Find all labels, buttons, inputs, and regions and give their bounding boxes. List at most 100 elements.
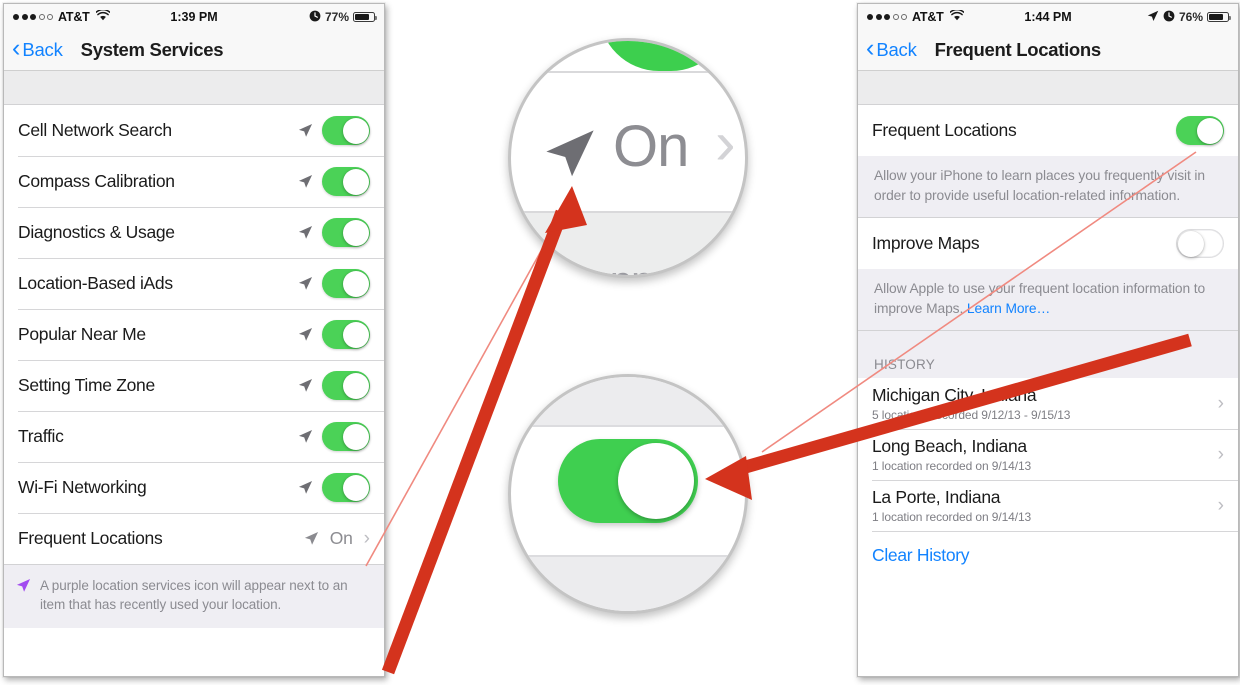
magnified-separator — [511, 555, 745, 557]
chevron-right-icon: › — [1217, 393, 1224, 415]
location-arrow-icon — [1147, 10, 1159, 25]
back-button[interactable]: ‹ Back — [12, 34, 63, 62]
frequent-locations-value: On — [329, 528, 353, 548]
left-nav-bar: ‹ Back System Services — [4, 30, 384, 71]
purple-location-arrow-icon — [16, 578, 31, 593]
screenshot-stage: AT&T 1:39 PM 77% ‹ Back System Services … — [0, 0, 1240, 685]
history-row-subtitle: 1 location recorded on 9/14/13 — [872, 459, 1032, 474]
alarm-clock-icon — [1163, 10, 1175, 25]
row-frequent-locations-master[interactable]: Frequent Locations — [858, 105, 1238, 156]
chevron-right-icon: › — [1217, 495, 1224, 517]
toggle-setting-time-zone[interactable] — [322, 371, 370, 400]
chevron-left-icon: ‹ — [866, 34, 875, 62]
magnified-toggle-knob — [618, 443, 694, 519]
row-diagnostics-usage[interactable]: Diagnostics & Usage — [4, 207, 384, 258]
row-traffic[interactable]: Traffic — [4, 411, 384, 462]
left-footer-note-text: A purple location services icon will app… — [40, 578, 348, 613]
row-label: Cell Network Search — [18, 120, 172, 140]
row-frequent-locations[interactable]: Frequent Locations On › — [4, 513, 384, 564]
history-row-subtitle: 5 locations recorded 9/12/13 - 9/15/13 — [872, 408, 1071, 423]
magnified-gray-band — [511, 557, 745, 611]
row-label: Diagnostics & Usage — [18, 222, 175, 242]
chevron-left-icon: ‹ — [12, 34, 21, 62]
row-label: Location-Based iAds — [18, 273, 173, 293]
toggle-cell-network-search[interactable] — [322, 116, 370, 145]
chevron-right-icon: › — [363, 528, 370, 549]
alarm-clock-icon — [309, 10, 321, 25]
row-label: Improve Maps — [872, 233, 980, 254]
left-footer-note: A purple location services icon will app… — [4, 564, 384, 629]
clear-history-button[interactable]: Clear History — [858, 531, 1238, 580]
history-row-michigan-city[interactable]: Michigan City, Indiana 5 locations recor… — [858, 378, 1238, 430]
location-arrow-icon — [298, 480, 313, 495]
toggle-location-based-iads[interactable] — [322, 269, 370, 298]
back-button[interactable]: ‹ Back — [866, 34, 917, 62]
page-title: Frequent Locations — [934, 39, 1102, 60]
top-spacer — [4, 71, 384, 105]
battery-icon — [353, 12, 378, 22]
magnified-separator — [511, 211, 745, 213]
row-label: Popular Near Me — [18, 324, 146, 344]
location-arrow-icon — [298, 327, 313, 342]
magnified-toggle-on — [558, 439, 698, 523]
chevron-right-icon: › — [1217, 444, 1224, 466]
row-label: Traffic — [18, 426, 64, 446]
improve-maps-description: Allow Apple to use your frequent locatio… — [858, 269, 1238, 332]
row-compass-calibration[interactable]: Compass Calibration — [4, 156, 384, 207]
back-button-label: Back — [876, 39, 917, 60]
row-label: Frequent Locations — [18, 528, 163, 548]
row-location-based-iads[interactable]: Location-Based iAds — [4, 258, 384, 309]
history-row-long-beach[interactable]: Long Beach, Indiana 1 location recorded … — [858, 429, 1238, 481]
location-arrow-icon — [298, 174, 313, 189]
left-status-bar: AT&T 1:39 PM 77% — [4, 4, 384, 30]
magnifier-frequent-locations-row: On › ill app — [508, 38, 748, 278]
row-improve-maps[interactable]: Improve Maps — [858, 218, 1238, 270]
battery-percent-label: 76% — [1178, 10, 1203, 24]
row-wifi-networking[interactable]: Wi-Fi Networking — [4, 462, 384, 513]
status-bar-right: 77% — [309, 10, 378, 25]
toggle-wifi-networking[interactable] — [322, 473, 370, 502]
toggle-traffic[interactable] — [322, 422, 370, 451]
signal-strength-dots — [13, 14, 53, 20]
battery-percent-label: 77% — [324, 10, 349, 24]
magnified-toggle-fragment — [599, 41, 731, 71]
toggle-frequent-locations[interactable] — [1176, 116, 1224, 145]
row-cell-network-search[interactable]: Cell Network Search — [4, 105, 384, 156]
top-spacer — [858, 71, 1238, 105]
history-section-header: HISTORY — [858, 331, 1238, 379]
status-bar-left: AT&T — [13, 8, 111, 24]
location-arrow-icon — [543, 127, 597, 181]
battery-icon — [1207, 12, 1232, 22]
history-row-la-porte[interactable]: La Porte, Indiana 1 location recorded on… — [858, 480, 1238, 532]
row-setting-time-zone[interactable]: Setting Time Zone — [4, 360, 384, 411]
wifi-icon — [95, 8, 111, 24]
learn-more-link[interactable]: Learn More… — [967, 301, 1050, 316]
history-row-title: La Porte, Indiana — [872, 487, 1001, 508]
location-arrow-icon — [298, 123, 313, 138]
wifi-icon — [949, 8, 965, 24]
toggle-diagnostics-usage[interactable] — [322, 218, 370, 247]
magnified-separator — [511, 71, 745, 73]
carrier-label: AT&T — [912, 10, 944, 24]
toggle-compass-calibration[interactable] — [322, 167, 370, 196]
signal-strength-dots — [867, 14, 907, 20]
magnifier-frequent-locations-toggle — [508, 374, 748, 614]
history-row-subtitle: 1 location recorded on 9/14/13 — [872, 510, 1032, 525]
clear-history-label: Clear History — [872, 544, 970, 565]
row-label: Frequent Locations — [872, 120, 1017, 140]
toggle-improve-maps[interactable] — [1176, 229, 1224, 259]
magnified-clipped-text: ill app — [555, 259, 654, 275]
back-button-label: Back — [22, 39, 63, 60]
status-bar-right: 76% — [1147, 10, 1232, 25]
left-phone-screenshot: AT&T 1:39 PM 77% ‹ Back System Services … — [3, 3, 385, 677]
row-popular-near-me[interactable]: Popular Near Me — [4, 309, 384, 360]
location-arrow-icon — [298, 276, 313, 291]
row-label: Compass Calibration — [18, 171, 175, 191]
magnified-separator — [511, 425, 745, 427]
carrier-label: AT&T — [58, 10, 90, 24]
right-nav-bar: ‹ Back Frequent Locations — [858, 30, 1238, 71]
location-arrow-icon — [298, 378, 313, 393]
right-status-bar: AT&T 1:44 PM 76% — [858, 4, 1238, 30]
toggle-popular-near-me[interactable] — [322, 320, 370, 349]
chevron-right-icon: › — [715, 109, 736, 178]
